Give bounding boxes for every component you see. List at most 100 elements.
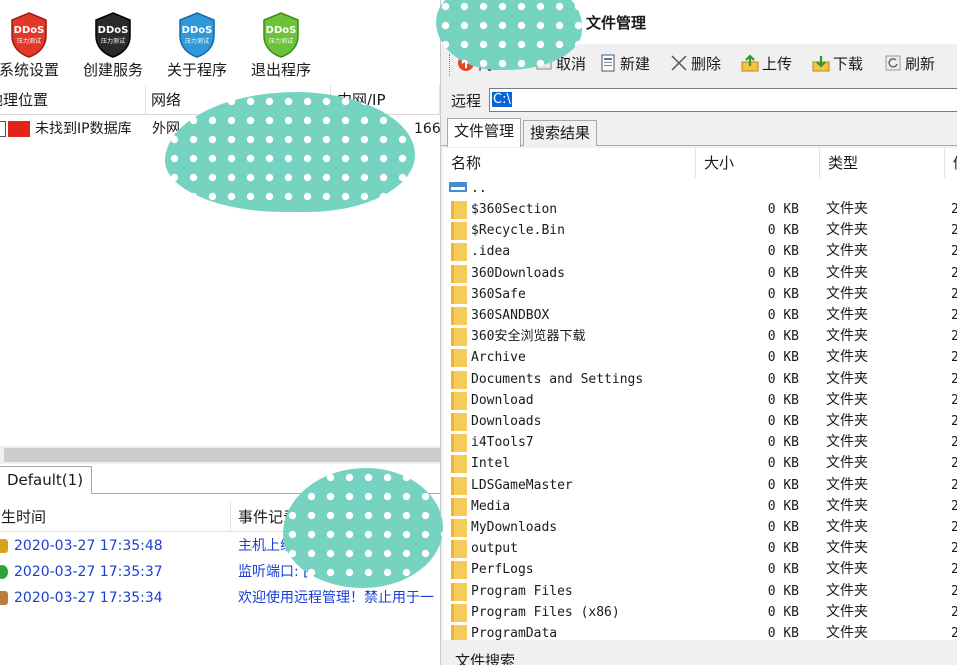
file-size: 0 KB — [767, 477, 799, 493]
settings-label: 系统设置 — [0, 61, 59, 79]
file-modified: 2 — [951, 350, 957, 366]
file-row[interactable]: i4Tools7 0 KB 文件夹 2 — [443, 432, 957, 453]
ddos-shield-green-icon: DDoS 压力测试 — [263, 12, 299, 58]
delete-x-icon — [671, 55, 687, 71]
file-size: 0 KB — [767, 604, 799, 620]
ddos-shield-blue-icon: DDoS 压力测试 — [179, 12, 215, 58]
file-name: $360Section — [471, 202, 558, 217]
file-row[interactable]: output 0 KB 文件夹 2 — [443, 538, 957, 559]
file-size: 0 KB — [767, 456, 799, 472]
tab-file-manager[interactable]: 文件管理 — [447, 118, 522, 147]
main-toolbar: DDoS 压力测试 系统设置 DDoS 压力测试 创建服务 DDoS 压力测试 — [0, 0, 440, 85]
toolbar-grip — [449, 54, 451, 76]
user-online-icon — [0, 539, 8, 553]
file-modified: 2 — [951, 265, 957, 281]
exit-button[interactable]: DDoS 压力测试 退出程序 — [241, 10, 321, 82]
col-size[interactable]: 大小 — [696, 148, 820, 178]
file-name: 360Downloads — [471, 265, 565, 281]
file-row[interactable]: $360Section 0 KB 文件夹 2 — [443, 199, 957, 220]
file-row[interactable]: 360Downloads 0 KB 文件夹 2 — [443, 263, 957, 284]
tab-default-group[interactable]: Default(1) — [0, 466, 93, 494]
file-row[interactable]: Media 0 KB 文件夹 2 — [443, 496, 957, 517]
refresh-icon — [885, 55, 901, 71]
file-type: 文件夹 — [826, 349, 868, 366]
download-icon — [812, 56, 830, 72]
parent-folder-icon — [449, 182, 467, 192]
file-type: 文件夹 — [826, 582, 868, 599]
file-modified: 2 — [951, 477, 957, 493]
new-button[interactable]: 新建 — [599, 52, 650, 76]
file-name: Archive — [471, 350, 526, 366]
folder-icon — [451, 519, 467, 537]
file-row[interactable]: 360SANDBOX 0 KB 文件夹 2 — [443, 305, 957, 326]
file-row[interactable]: Download 0 KB 文件夹 2 — [443, 390, 957, 411]
col-time[interactable]: 发生时间 — [0, 502, 231, 532]
file-row[interactable]: $Recycle.Bin 0 KB 文件夹 2 — [443, 220, 957, 241]
folder-icon — [451, 201, 467, 219]
scrollbar-thumb[interactable] — [4, 448, 440, 462]
folder-icon — [451, 391, 467, 410]
file-row[interactable]: .idea 0 KB 文件夹 2 — [443, 241, 957, 262]
file-size: 0 KB — [767, 562, 799, 578]
log-row[interactable]: 2020-03-27 17:35:34 欢迎使用远程管理！禁止用于一 — [0, 585, 440, 611]
file-modified: 2 — [951, 308, 957, 323]
folder-icon — [451, 243, 467, 262]
file-size: 0 KB — [767, 414, 799, 429]
file-row[interactable]: Archive 0 KB 文件夹 2 — [443, 347, 957, 368]
file-row[interactable]: Intel 0 KB 文件夹 2 — [443, 453, 957, 474]
file-row[interactable]: Documents and Settings 0 KB 文件夹 2 — [443, 369, 957, 390]
create-service-button[interactable]: DDoS 压力测试 创建服务 — [73, 10, 153, 82]
file-row[interactable]: LDSGameMaster 0 KB 文件夹 2 — [443, 475, 957, 496]
file-row[interactable]: 360Safe 0 KB 文件夹 2 — [443, 284, 957, 305]
file-name: i4Tools7 — [471, 435, 534, 451]
path-bar: 远程 C:\ — [441, 84, 957, 116]
upload-label: 上传 — [762, 55, 793, 73]
refresh-button[interactable]: 刷新 — [884, 52, 935, 76]
col-location[interactable]: 地理位置 — [0, 85, 146, 115]
folder-icon — [451, 328, 467, 347]
file-size: 0 KB — [767, 541, 799, 557]
col-type[interactable]: 类型 — [820, 148, 945, 178]
file-row[interactable]: Downloads 0 KB 文件夹 2 — [443, 411, 957, 432]
file-modified: 2 — [951, 329, 957, 345]
updir-row[interactable]: .. — [443, 178, 957, 199]
flag-icon — [8, 121, 30, 137]
file-size: 0 KB — [767, 244, 799, 260]
file-row[interactable]: Program Files 0 KB 文件夹 2 — [443, 581, 957, 602]
col-modified[interactable]: 修 — [945, 148, 957, 178]
remote-path-input[interactable]: C:\ — [489, 88, 957, 112]
delete-button[interactable]: 删除 — [670, 52, 721, 76]
file-row[interactable]: MyDownloads 0 KB 文件夹 2 — [443, 517, 957, 538]
row-checkbox[interactable] — [0, 121, 6, 137]
file-row[interactable]: 360安全浏览器下载 0 KB 文件夹 2 — [443, 326, 957, 347]
file-name: PerfLogs — [471, 562, 534, 578]
tab-search-results[interactable]: 搜索结果 — [523, 120, 598, 146]
file-type: 文件夹 — [826, 625, 868, 640]
file-row[interactable]: ProgramData 0 KB 文件夹 2 — [443, 623, 957, 640]
upload-button[interactable]: 上传 — [741, 52, 792, 76]
file-name: 360SANDBOX — [471, 308, 550, 323]
download-button[interactable]: 下载 — [812, 52, 863, 76]
file-size: 0 KB — [767, 520, 799, 535]
folder-icon — [451, 413, 467, 431]
settings-button[interactable]: DDoS 压力测试 系统设置 — [0, 10, 69, 82]
horizontal-scrollbar[interactable] — [0, 446, 440, 464]
file-type: 文件夹 — [826, 328, 868, 345]
col-name[interactable]: 名称 — [443, 148, 696, 178]
file-size: 0 KB — [767, 350, 799, 366]
window-title: 文件管理 — [586, 14, 647, 32]
path-value: C:\ — [492, 92, 512, 107]
about-button[interactable]: DDoS 压力测试 关于程序 — [157, 10, 237, 82]
exit-label: 退出程序 — [250, 61, 311, 79]
folder-icon — [451, 434, 467, 453]
host-location: 未找到IP数据库 — [35, 121, 132, 137]
file-row[interactable]: PerfLogs 0 KB 文件夹 2 — [443, 559, 957, 580]
badge-top: DDoS — [98, 25, 129, 36]
file-type: 文件夹 — [826, 519, 868, 535]
folder-icon — [451, 561, 467, 580]
file-name: 360Safe — [471, 286, 526, 302]
file-type: 文件夹 — [826, 540, 868, 557]
file-type: 文件夹 — [826, 476, 868, 493]
file-row[interactable]: Program Files (x86) 0 KB 文件夹 2 — [443, 602, 957, 623]
badge-top: DDoS — [14, 25, 45, 36]
